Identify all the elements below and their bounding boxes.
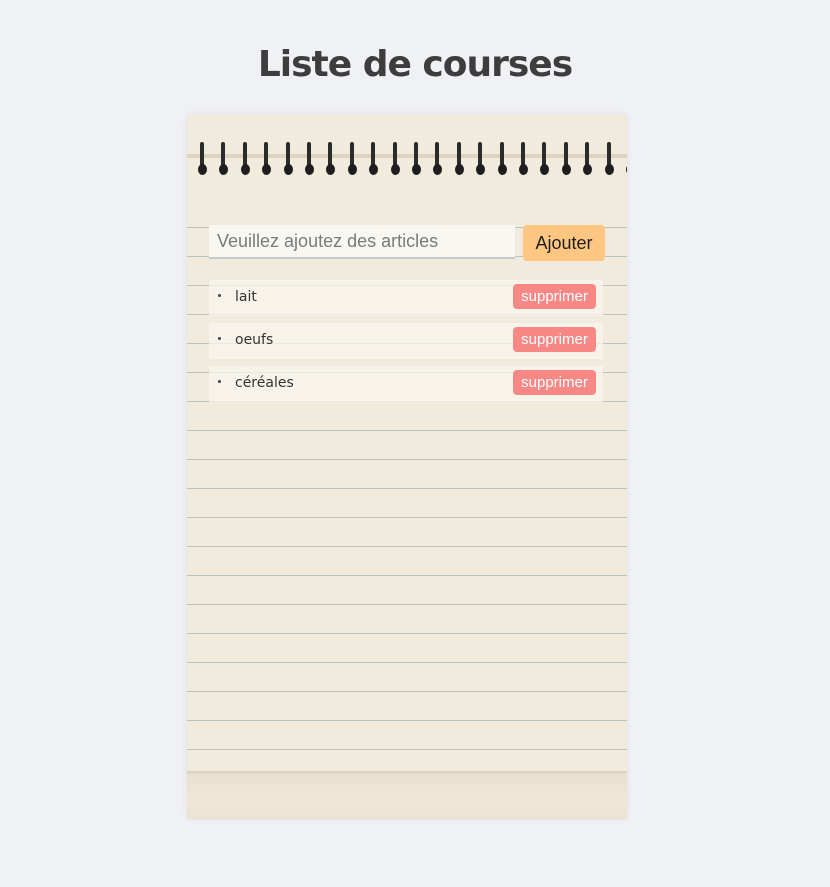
item-label: lait xyxy=(235,289,257,305)
list-item: lait supprimer xyxy=(209,280,603,316)
item-label: oeufs xyxy=(235,332,274,348)
binding-ring xyxy=(583,142,593,176)
binding-ring xyxy=(198,142,207,176)
binding-ring xyxy=(561,142,571,176)
binding-ring xyxy=(369,142,379,176)
spiral-binding xyxy=(187,142,627,178)
binding-ring xyxy=(219,142,229,176)
binding-ring xyxy=(519,142,528,176)
binding-ring xyxy=(604,142,614,176)
bullet-dot-icon xyxy=(218,294,221,297)
binding-ring xyxy=(283,142,293,176)
bullet-dot-icon xyxy=(218,380,221,383)
binding-ring xyxy=(326,142,336,176)
add-button[interactable]: Ajouter xyxy=(523,225,605,261)
notebook: Ajouter lait supprimer oeufs supprimer c… xyxy=(187,114,627,819)
binding-ring xyxy=(305,142,314,176)
binding-ring xyxy=(454,142,464,176)
binding-ring xyxy=(240,142,250,176)
delete-button[interactable]: supprimer xyxy=(513,327,596,352)
binding-ring xyxy=(347,142,357,176)
list-item: céréales supprimer xyxy=(209,366,603,402)
item-label: céréales xyxy=(235,375,294,391)
binding-ring xyxy=(262,142,272,176)
item-input[interactable] xyxy=(209,225,515,259)
binding-ring xyxy=(390,142,400,176)
binding-ring xyxy=(433,142,443,176)
binding-ring xyxy=(476,142,486,176)
add-item-form: Ajouter xyxy=(209,225,605,261)
delete-button[interactable]: supprimer xyxy=(513,284,596,309)
shopping-list: lait supprimer oeufs supprimer céréales … xyxy=(209,280,603,409)
binding-ring xyxy=(540,142,550,176)
page-title: Liste de courses xyxy=(257,44,573,85)
binding-ring xyxy=(497,142,507,176)
notebook-bottom-fold xyxy=(187,771,627,819)
binding-ring xyxy=(412,142,421,176)
list-item: oeufs supprimer xyxy=(209,323,603,359)
delete-button[interactable]: supprimer xyxy=(513,370,596,395)
bullet-dot-icon xyxy=(218,337,221,340)
